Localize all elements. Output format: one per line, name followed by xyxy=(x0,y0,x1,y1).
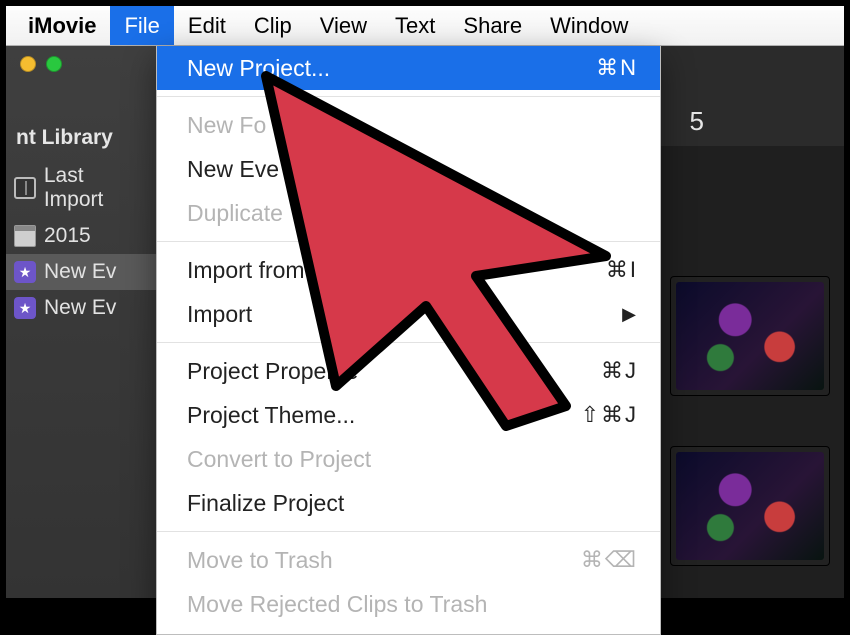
sidebar-item-label: New Ev xyxy=(44,260,116,284)
menuitem-label: New Eve xyxy=(187,156,279,183)
menuitem-label: New Project... xyxy=(187,55,330,82)
submenu-arrow-icon: ▶ xyxy=(622,304,638,325)
menuitem-label: Convert to Project xyxy=(187,446,371,473)
menu-text[interactable]: Text xyxy=(381,6,449,45)
library-sidebar: nt Library Last Import 2015 ★ New Ev ★ N… xyxy=(6,46,156,598)
file-menu-dropdown: New Project... ⌘N New Fo New Eve Duplica… xyxy=(156,46,661,635)
menuitem-label: Project Theme... xyxy=(187,402,355,429)
menuitem-label: Import xyxy=(187,301,252,328)
thumbnail-area xyxy=(654,146,844,598)
calendar-icon xyxy=(14,225,36,247)
menu-separator xyxy=(157,342,660,343)
menuitem-shortcut: ⌘N xyxy=(596,55,638,81)
menu-window[interactable]: Window xyxy=(536,6,642,45)
menu-separator xyxy=(157,531,660,532)
sidebar-title: nt Library xyxy=(6,96,156,158)
menu-separator xyxy=(157,241,660,242)
menuitem-shortcut: ⌘⌫ xyxy=(581,547,638,573)
menuitem-label: Project Propertie xyxy=(187,358,358,385)
menuitem-convert-to-project: Convert to Project xyxy=(157,437,660,481)
menuitem-new-event[interactable]: New Eve xyxy=(157,147,660,191)
menuitem-label: Move Rejected Clips to Trash xyxy=(187,591,487,618)
menu-bar: iMovie File Edit Clip View Text Share Wi… xyxy=(6,6,844,46)
sidebar-item-label: New Ev xyxy=(44,296,116,320)
clip-icon xyxy=(14,177,36,199)
menu-clip[interactable]: Clip xyxy=(240,6,306,45)
menuitem-label: Move to Trash xyxy=(187,547,333,574)
menuitem-import-from[interactable]: Import from ⌘I xyxy=(157,248,660,292)
sidebar-item-event-1[interactable]: ★ New Ev xyxy=(6,254,156,290)
content-date-label: 5 xyxy=(690,106,704,137)
menuitem-label: Import from xyxy=(187,257,305,284)
menu-share[interactable]: Share xyxy=(449,6,536,45)
clip-thumbnail[interactable] xyxy=(670,276,830,396)
zoom-button[interactable] xyxy=(46,56,62,72)
menuitem-label: Finalize Project xyxy=(187,490,344,517)
clip-thumbnail[interactable] xyxy=(670,446,830,566)
menuitem-duplicate: Duplicate xyxy=(157,191,660,235)
sidebar-item-label: Last Import xyxy=(44,164,148,212)
sidebar-item-last-import[interactable]: Last Import xyxy=(6,158,156,218)
star-icon: ★ xyxy=(14,261,36,283)
minimize-button[interactable] xyxy=(20,56,36,72)
window-controls xyxy=(20,56,62,72)
menuitem-project-properties[interactable]: Project Propertie ⌘J xyxy=(157,349,660,393)
star-icon: ★ xyxy=(14,297,36,319)
menuitem-project-theme[interactable]: Project Theme... ⇧⌘J xyxy=(157,393,660,437)
menuitem-move-to-trash: Move to Trash ⌘⌫ xyxy=(157,538,660,582)
menuitem-move-rejected-trash: Move Rejected Clips to Trash xyxy=(157,582,660,626)
app-name: iMovie xyxy=(14,13,110,39)
menu-edit[interactable]: Edit xyxy=(174,6,240,45)
menuitem-shortcut: ⌘J xyxy=(601,358,638,384)
sidebar-item-event-2[interactable]: ★ New Ev xyxy=(6,290,156,326)
app-stage: iMovie File Edit Clip View Text Share Wi… xyxy=(6,6,844,598)
sidebar-item-year[interactable]: 2015 xyxy=(6,218,156,254)
menuitem-new-project[interactable]: New Project... ⌘N xyxy=(157,46,660,90)
menuitem-import-submenu[interactable]: Import ▶ xyxy=(157,292,660,336)
menuitem-shortcut: ⇧⌘J xyxy=(581,402,638,428)
sidebar-item-label: 2015 xyxy=(44,224,91,248)
menuitem-label: Duplicate xyxy=(187,200,283,227)
menu-separator xyxy=(157,96,660,97)
menuitem-new-folder: New Fo xyxy=(157,103,660,147)
menu-file[interactable]: File xyxy=(110,6,173,45)
menuitem-shortcut: ⌘I xyxy=(606,257,638,283)
menuitem-finalize-project[interactable]: Finalize Project xyxy=(157,481,660,525)
menu-view[interactable]: View xyxy=(306,6,381,45)
menuitem-label: New Fo xyxy=(187,112,266,139)
